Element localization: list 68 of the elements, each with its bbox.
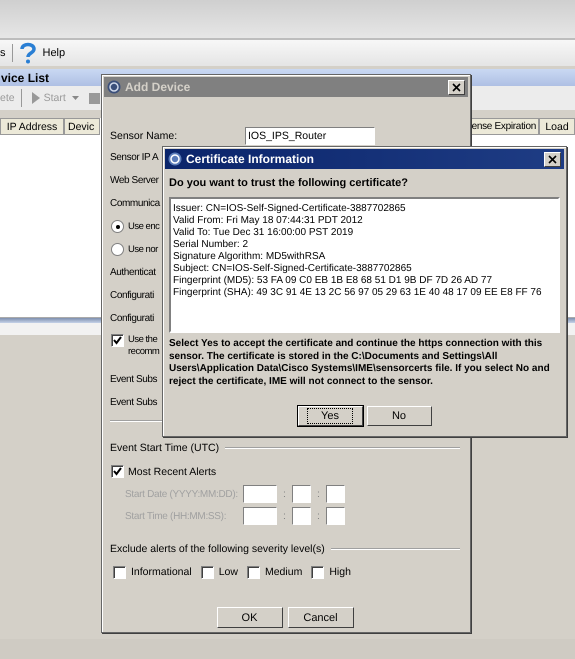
- shield-icon: [107, 80, 121, 94]
- help-menu[interactable]: Help: [42, 47, 66, 59]
- input-field[interactable]: [243, 485, 277, 503]
- section-heading: Exclude alerts of the following severity level(s): [110, 543, 325, 555]
- checkbox-label[interactable]: Use the: [128, 334, 160, 346]
- detail-line: Issuer: CN=IOS-Self-Signed-Certificate-3887702865: [173, 203, 407, 215]
- toolbar-item[interactable]: s: [0, 47, 6, 59]
- input-field[interactable]: [243, 507, 277, 525]
- input-field[interactable]: [326, 507, 345, 525]
- input-field[interactable]: [292, 485, 311, 503]
- column-header[interactable]: Devic: [64, 118, 100, 135]
- close-icon: [548, 154, 557, 164]
- close-button[interactable]: [544, 152, 561, 166]
- panel-title: vice List: [1, 70, 50, 84]
- shield-icon: [168, 152, 182, 166]
- field-label: Event Subs: [110, 397, 158, 408]
- help-icon[interactable]: [18, 42, 36, 64]
- field-label: Web Server: [110, 175, 159, 186]
- column-header[interactable]: IP Address: [0, 118, 64, 135]
- detail-line: Fingerprint (SHA): 49 3C 91 4E 13 2C 56 97 05 29 63 1E 40 48 17 09 EE E8 FF 76: [173, 287, 543, 299]
- checkbox[interactable]: [246, 566, 260, 578]
- ok-button[interactable]: OK: [216, 607, 282, 628]
- checkbox[interactable]: [111, 334, 124, 347]
- sensor-name-field[interactable]: IOS_IPS_Router: [245, 127, 375, 145]
- dialog-message: Select Yes to accept the certificate and continue the https connection with this sensor. The certificate is stored in the C:\Documents and Settings\All Users\Application Data\Cisco Systems\IME\sensorcerts file. If you select No and reject the certificate, IME will not connect to the sensor.: [169, 338, 551, 388]
- field-label: Communica: [110, 198, 160, 209]
- field-label: Configurati: [110, 290, 154, 301]
- checkbox-label[interactable]: Low: [218, 566, 238, 578]
- checkbox-label[interactable]: Informational: [131, 566, 192, 578]
- detail-line: Subject: CN=IOS-Self-Signed-Certificate-3887702865: [173, 263, 413, 275]
- separator-text: :: [316, 488, 321, 500]
- field-label: Event Subs: [110, 374, 158, 385]
- detail-line: Valid To: Tue Dec 31 16:00:00 PST 2019: [173, 227, 354, 239]
- column-header[interactable]: Load: [539, 118, 575, 135]
- separator-text: :: [282, 510, 287, 522]
- radio-button[interactable]: [111, 243, 124, 256]
- field-label: Configurati: [110, 313, 154, 324]
- dialog-title: Add Device: [125, 80, 192, 94]
- detail-line: Fingerprint (MD5): 53 FA 09 C0 EB 1B E8 68 51 D1 9B DF 7D 26 AD 77: [173, 275, 494, 287]
- checkbox[interactable]: [200, 566, 214, 578]
- checkbox-label[interactable]: High: [329, 566, 351, 578]
- radio-button[interactable]: [111, 220, 124, 233]
- no-button[interactable]: No: [366, 406, 432, 426]
- yes-button[interactable]: Yes: [298, 406, 362, 426]
- detail-line: Serial Number: 2: [173, 239, 250, 251]
- field-label: Sensor Name:: [110, 130, 178, 142]
- section-heading: Event Start Time (UTC): [110, 442, 220, 454]
- caret-icon[interactable]: [72, 96, 79, 100]
- radio-label[interactable]: Use nor: [128, 244, 158, 255]
- separator-text: :: [316, 510, 321, 522]
- checkbox-label[interactable]: recomm: [128, 346, 160, 358]
- field-label: Authenticat: [110, 267, 156, 278]
- stop-icon[interactable]: [88, 92, 100, 104]
- input-field[interactable]: [326, 485, 345, 503]
- checkbox[interactable]: [113, 566, 126, 578]
- detail-line: Valid From: Fri May 18 07:44:31 PDT 2012: [173, 215, 364, 227]
- input-field[interactable]: [292, 507, 311, 525]
- field-label: Sensor IP A: [110, 152, 158, 163]
- cancel-button[interactable]: Cancel: [288, 607, 354, 628]
- close-icon: [452, 82, 461, 92]
- checkbox-label[interactable]: Medium: [264, 566, 302, 578]
- radio-label[interactable]: Use enc: [128, 221, 160, 232]
- checkbox[interactable]: [311, 566, 324, 578]
- dialog-title: Certificate Information: [186, 152, 316, 166]
- play-icon: [32, 92, 40, 104]
- separator-text: :: [282, 488, 287, 500]
- dialog-question: Do you want to trust the following certificate?: [169, 177, 409, 189]
- detail-line: Signature Algorithm: MD5withRSA: [173, 251, 326, 263]
